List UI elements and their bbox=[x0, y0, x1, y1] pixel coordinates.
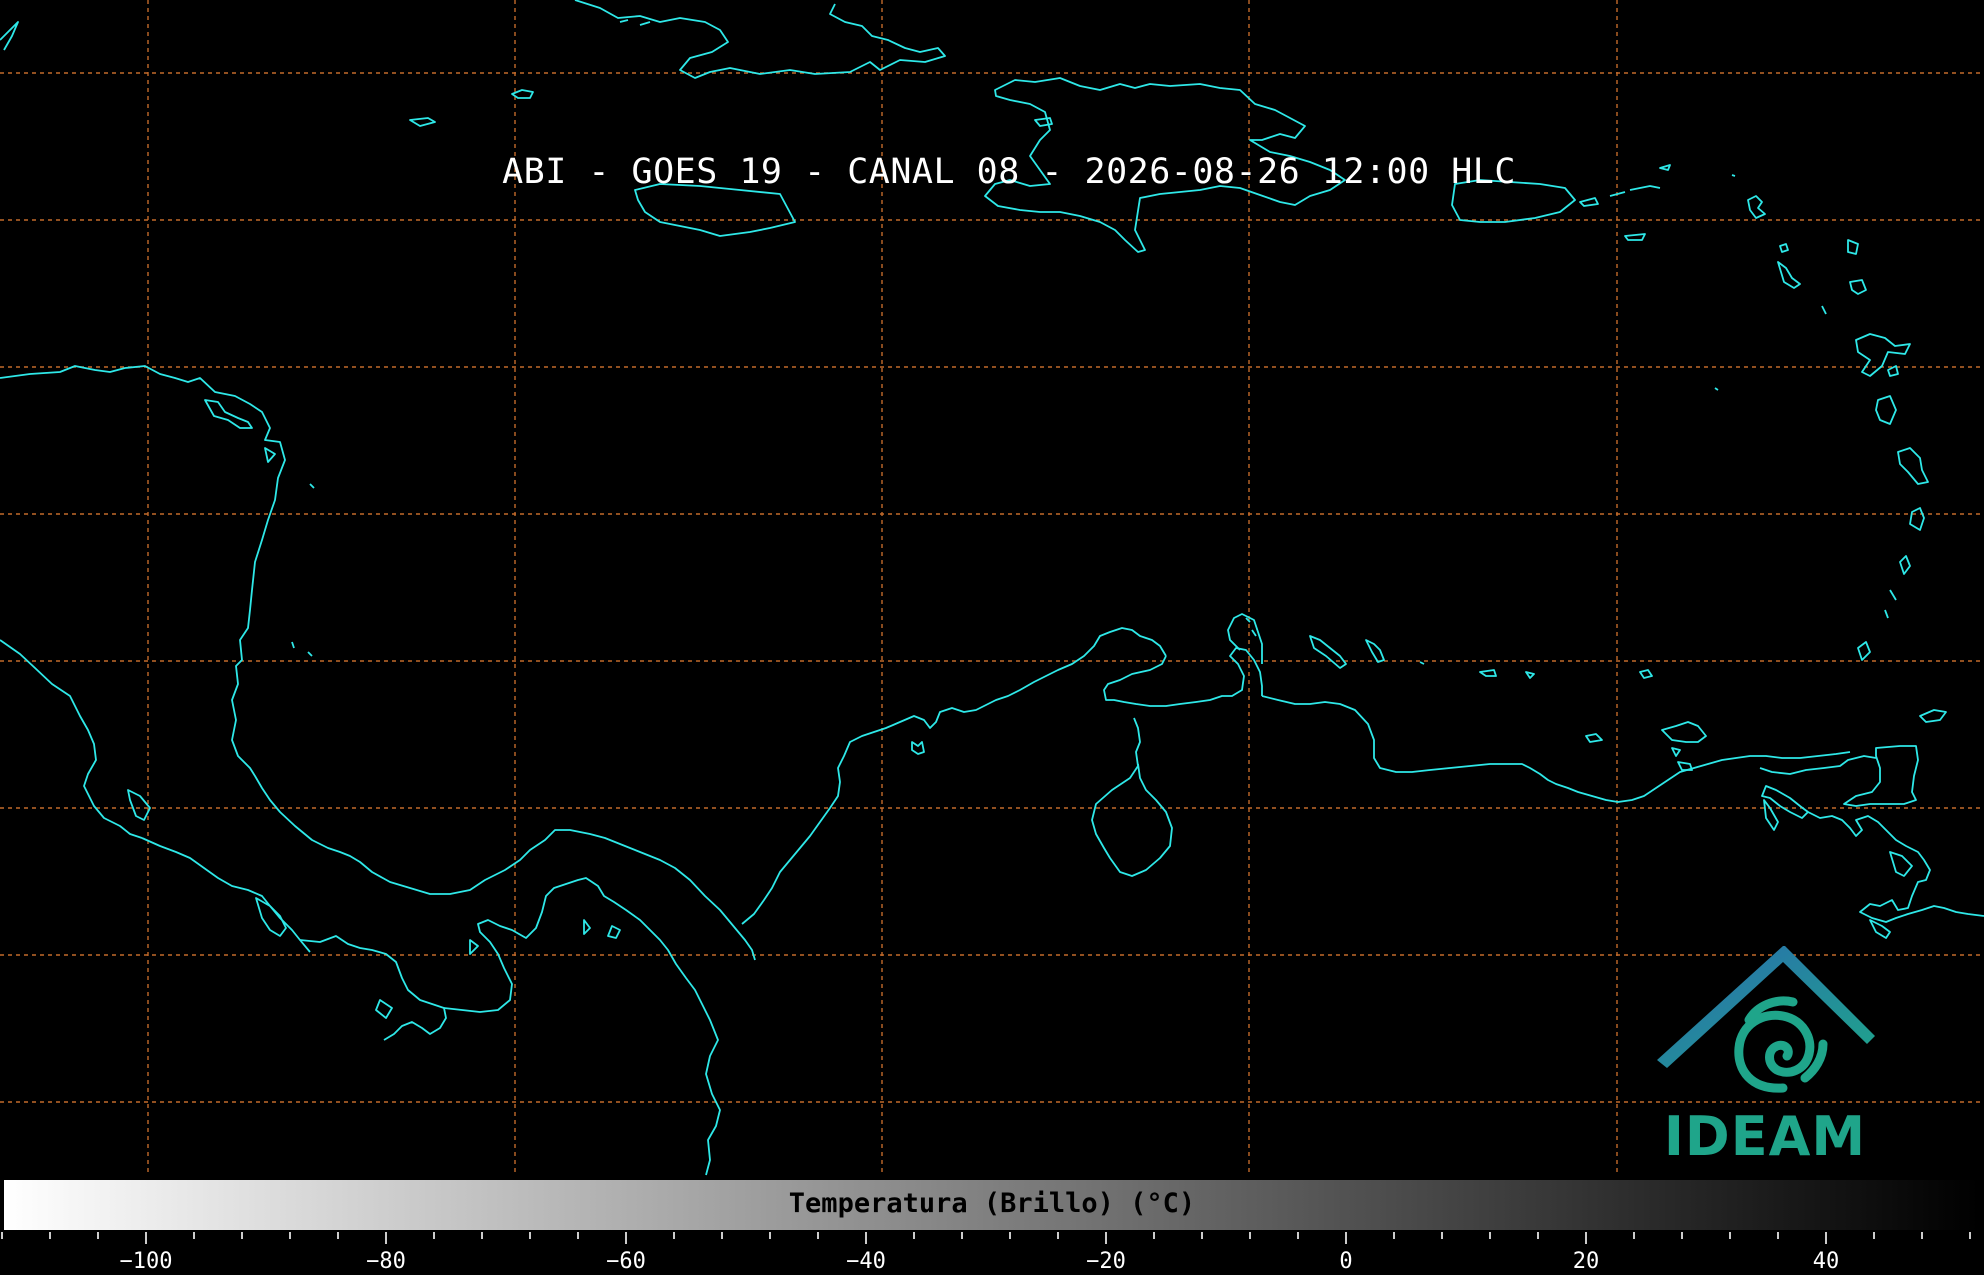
coastline-st-lucia bbox=[1897, 447, 1929, 485]
colorbar-tick-label: 0 bbox=[1339, 1249, 1353, 1274]
coastline-st-kitts bbox=[1779, 243, 1789, 253]
coastline-nicaragua-pacific bbox=[141, 837, 311, 953]
coastline-gonave bbox=[1034, 117, 1053, 127]
colorbar-tick-label: −80 bbox=[366, 1249, 406, 1274]
coastline-honduras-bay bbox=[264, 447, 276, 463]
colorbar-tick-label: −60 bbox=[606, 1249, 646, 1274]
colorbar-tick-label: −100 bbox=[119, 1249, 173, 1274]
colorbar-label: Temperatura (Brillo) (°C) bbox=[788, 1188, 1196, 1219]
coastline-small-isle bbox=[1821, 305, 1827, 315]
ideam-logo-text: IDEAM bbox=[1663, 1105, 1867, 1168]
satellite-map-view: ABI - GOES 19 - CANAL 08 - 2026-08-26 12… bbox=[0, 0, 1984, 1275]
coastline-paria bbox=[1759, 755, 1877, 775]
coastline-cuba bbox=[574, 0, 946, 79]
coastline-maracaibo-lake bbox=[1091, 717, 1173, 877]
coastline-cuba-west bbox=[0, 21, 19, 51]
coastline-colombia-caribbean bbox=[741, 627, 1167, 925]
coastline-los-roques bbox=[1639, 669, 1653, 679]
coastline-nicoya bbox=[255, 897, 287, 937]
coastline-panama-pacific bbox=[443, 877, 721, 1176]
coastline-grenadines bbox=[1884, 555, 1911, 619]
coastline-anguilla bbox=[1747, 195, 1766, 219]
colorbar-tick-label: −40 bbox=[846, 1249, 886, 1274]
coastline-paraguana bbox=[1227, 613, 1263, 664]
coastline-tortuga bbox=[1585, 733, 1603, 743]
coastline-margarita bbox=[1661, 721, 1707, 771]
coastline-cuba-north-keys bbox=[619, 19, 651, 26]
coastline-cayman bbox=[409, 117, 436, 127]
coastline-magdalena-mouth bbox=[911, 741, 925, 755]
colorbar-ticks bbox=[1, 1232, 1971, 1244]
coastline-delta-2 bbox=[1869, 851, 1913, 939]
colorbar-tick-label: 20 bbox=[1572, 1249, 1600, 1274]
coastline-curacao bbox=[1309, 635, 1347, 669]
coastline-grenada bbox=[1857, 641, 1871, 661]
coastline-st-croix bbox=[1624, 233, 1646, 241]
coastline-abc-small bbox=[1419, 661, 1535, 679]
map-title: ABI - GOES 19 - CANAL 08 - 2026-08-26 12… bbox=[502, 152, 1516, 192]
coastline-martinique bbox=[1875, 395, 1897, 425]
coastline-belize-cays bbox=[291, 483, 315, 657]
coastline-bonaire bbox=[1365, 639, 1385, 663]
coastline-misc-dot bbox=[1714, 174, 1736, 391]
coastline-fonseca bbox=[127, 789, 151, 821]
coastline-yucatan-belize bbox=[0, 365, 756, 961]
coastline-st-vincent bbox=[1909, 507, 1925, 531]
coastline-cozumel bbox=[204, 399, 253, 429]
coastline-osa bbox=[375, 999, 393, 1019]
coastline-delta bbox=[1761, 785, 1984, 923]
colorbar-tick-label: −20 bbox=[1086, 1249, 1126, 1274]
coastline-falcon bbox=[1261, 695, 1851, 803]
coastline-trinidad bbox=[1843, 745, 1919, 807]
coastline-montserrat bbox=[1777, 261, 1801, 289]
coastline-costa-rica-pacific bbox=[299, 935, 447, 1041]
ideam-logo-emblem bbox=[1657, 946, 1875, 1093]
coastline-vieques bbox=[1579, 197, 1599, 207]
coastline-antigua bbox=[1847, 239, 1859, 255]
coastline-azuero bbox=[469, 919, 591, 955]
coastline-pearl-islands bbox=[607, 925, 621, 939]
coastline-tobago bbox=[1919, 709, 1947, 723]
colorbar-tick-label: 40 bbox=[1812, 1249, 1840, 1274]
coastline-dominica bbox=[1855, 333, 1911, 377]
coastline-guadeloupe bbox=[1849, 279, 1867, 295]
coastline-guajira bbox=[1103, 647, 1263, 707]
